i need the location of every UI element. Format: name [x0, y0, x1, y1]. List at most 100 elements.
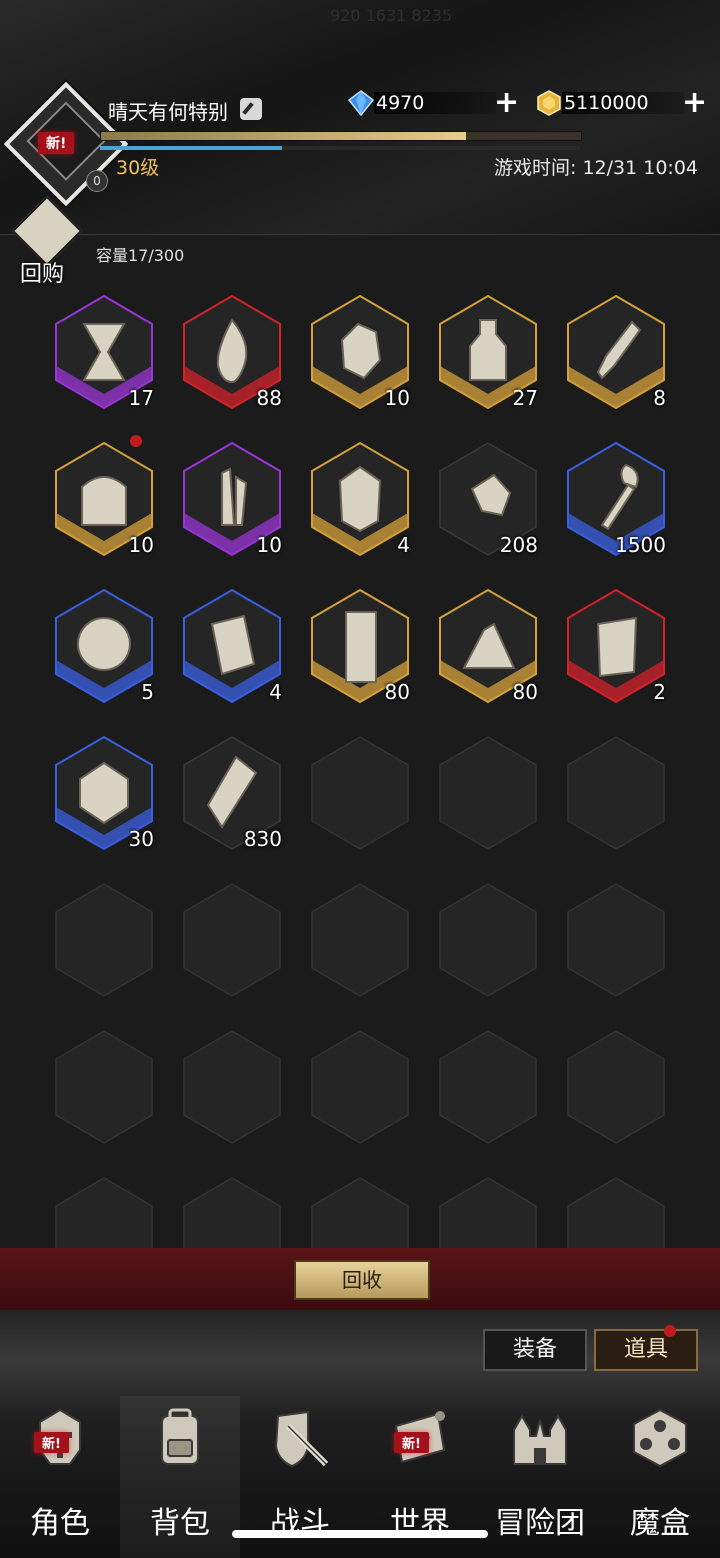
- castle-icon: [513, 1413, 567, 1465]
- hex-slot-icon: [439, 736, 537, 850]
- nav-label: 角色: [30, 1506, 90, 1541]
- item-quantity: 1500: [615, 533, 666, 557]
- inventory-item-scroll[interactable]: 2: [566, 588, 666, 704]
- inventory-item-rune-tablet[interactable]: 4: [182, 588, 282, 704]
- gold-amount: 5110000: [562, 92, 684, 114]
- scroll-icon: [567, 588, 665, 704]
- tab-items-label: 道具: [623, 1337, 668, 1362]
- inventory-item-hammer-emblem[interactable]: 30: [54, 735, 154, 851]
- empty-slot: [438, 735, 538, 851]
- item-quantity: 10: [384, 386, 410, 410]
- inventory-item-crystal-shard[interactable]: 8: [566, 294, 666, 410]
- home-indicator[interactable]: [232, 1530, 488, 1538]
- xp-bar: [100, 131, 582, 141]
- empty-slot: [182, 1176, 282, 1248]
- player-level: 30级: [116, 157, 160, 179]
- empty-slot: [54, 882, 154, 998]
- inventory-grid: 17 88 10 27 8 10 10 4 208 1500 5 4 80 80 2 30 830: [0, 280, 720, 1248]
- empty-slot: [566, 1176, 666, 1248]
- empty-slot: [566, 882, 666, 998]
- buyback-button[interactable]: 回购: [11, 195, 84, 287]
- gold-currency: 5110000 +: [536, 88, 707, 118]
- item-quantity: 208: [499, 533, 538, 557]
- inventory-item-sand-bottle[interactable]: 27: [438, 294, 538, 410]
- item-quantity: 4: [397, 533, 410, 557]
- mp-bar: [100, 146, 580, 150]
- nav-label: 魔盒: [630, 1506, 690, 1541]
- inventory-item-compass[interactable]: 5: [54, 588, 154, 704]
- gold-coin-icon: [537, 90, 561, 116]
- add-gems-button[interactable]: +: [494, 88, 519, 118]
- empty-slot: [310, 882, 410, 998]
- nav-label: 冒险团: [495, 1506, 585, 1541]
- inventory-item-flame[interactable]: 88: [182, 294, 282, 410]
- hex-slot-icon: [567, 883, 665, 997]
- item-quantity: 830: [243, 827, 282, 851]
- item-quantity: 27: [512, 386, 538, 410]
- item-quantity: 30: [128, 827, 154, 851]
- hex-slot-icon: [567, 736, 665, 850]
- edit-icon[interactable]: [240, 98, 262, 120]
- rune-stone-icon: [311, 441, 409, 557]
- nav-adventure-team[interactable]: 冒险团: [480, 1396, 600, 1558]
- tab-items[interactable]: 道具: [594, 1325, 698, 1371]
- item-quantity: 80: [512, 680, 538, 704]
- hex-slot-icon: [55, 1030, 153, 1144]
- inventory-item-rune-stone[interactable]: 4: [310, 441, 410, 557]
- empty-slot: [182, 1029, 282, 1145]
- gem-currency: 4970 +: [348, 88, 519, 118]
- inventory-item-torch[interactable]: 1500: [566, 441, 666, 557]
- notification-dot: [130, 435, 142, 447]
- item-quantity: 5: [141, 680, 154, 704]
- empty-slot: [54, 1029, 154, 1145]
- inventory-item-banner[interactable]: 80: [310, 588, 410, 704]
- nav-role[interactable]: 新! 角色: [0, 1396, 120, 1558]
- item-quantity: 88: [256, 386, 282, 410]
- hex-slot-icon: [55, 883, 153, 997]
- hex-slot-icon: [55, 1177, 153, 1248]
- item-quantity: 10: [256, 533, 282, 557]
- magic-cube-icon: [633, 1408, 687, 1468]
- empty-slot: [54, 1176, 154, 1248]
- hex-slot-icon: [183, 1177, 281, 1248]
- new-badge: 新!: [34, 1432, 69, 1453]
- inventory-item-sand-pile[interactable]: 80: [438, 588, 538, 704]
- item-quantity: 10: [128, 533, 154, 557]
- player-name: 晴天有何特别: [108, 100, 228, 124]
- nav-magic-box[interactable]: 魔盒: [600, 1396, 720, 1558]
- inventory-item-cloth-scrap[interactable]: 208: [438, 441, 538, 557]
- new-badge: 新!: [38, 132, 75, 154]
- inventory-item-treasure-chest[interactable]: 10: [54, 435, 154, 557]
- inventory-item-stone[interactable]: 10: [310, 294, 410, 410]
- hex-slot-icon: [439, 1177, 537, 1248]
- add-gold-button[interactable]: +: [682, 88, 707, 118]
- header-divider: [0, 234, 720, 235]
- game-time: 游戏时间: 12/31 10:04: [494, 157, 698, 179]
- empty-slot: [438, 1029, 538, 1145]
- recycle-button[interactable]: 回收: [294, 1260, 430, 1300]
- tab-equipment[interactable]: 装备: [483, 1329, 587, 1371]
- item-quantity: 4: [269, 680, 282, 704]
- inventory-item-crystals[interactable]: 10: [182, 441, 282, 557]
- item-quantity: 8: [653, 386, 666, 410]
- hex-slot-icon: [311, 736, 409, 850]
- empty-slot: [310, 1176, 410, 1248]
- nav-backpack[interactable]: 背包: [120, 1396, 240, 1558]
- empty-slot: [438, 882, 538, 998]
- empty-slot: [310, 735, 410, 851]
- hex-slot-icon: [183, 883, 281, 997]
- xp-bar-fill: [101, 132, 466, 140]
- hex-slot-icon: [439, 883, 537, 997]
- hex-slot-icon: [567, 1030, 665, 1144]
- inventory-item-hourglass[interactable]: 17: [54, 294, 154, 410]
- status-bar-text: 920 1631 8235: [330, 6, 453, 25]
- sword-shield-icon: [274, 1410, 329, 1468]
- crystal-shard-icon: [567, 294, 665, 410]
- hex-slot-icon: [311, 1177, 409, 1248]
- backpack-icon: [161, 1408, 199, 1465]
- hex-slot-icon: [439, 1030, 537, 1144]
- header: 920 1631 8235 新! 0 晴天有何特别 30级 4970 + 511…: [0, 0, 720, 235]
- empty-slot: [310, 1029, 410, 1145]
- mp-bar-fill: [100, 146, 283, 150]
- inventory-item-diamond-shard[interactable]: 830: [182, 735, 282, 851]
